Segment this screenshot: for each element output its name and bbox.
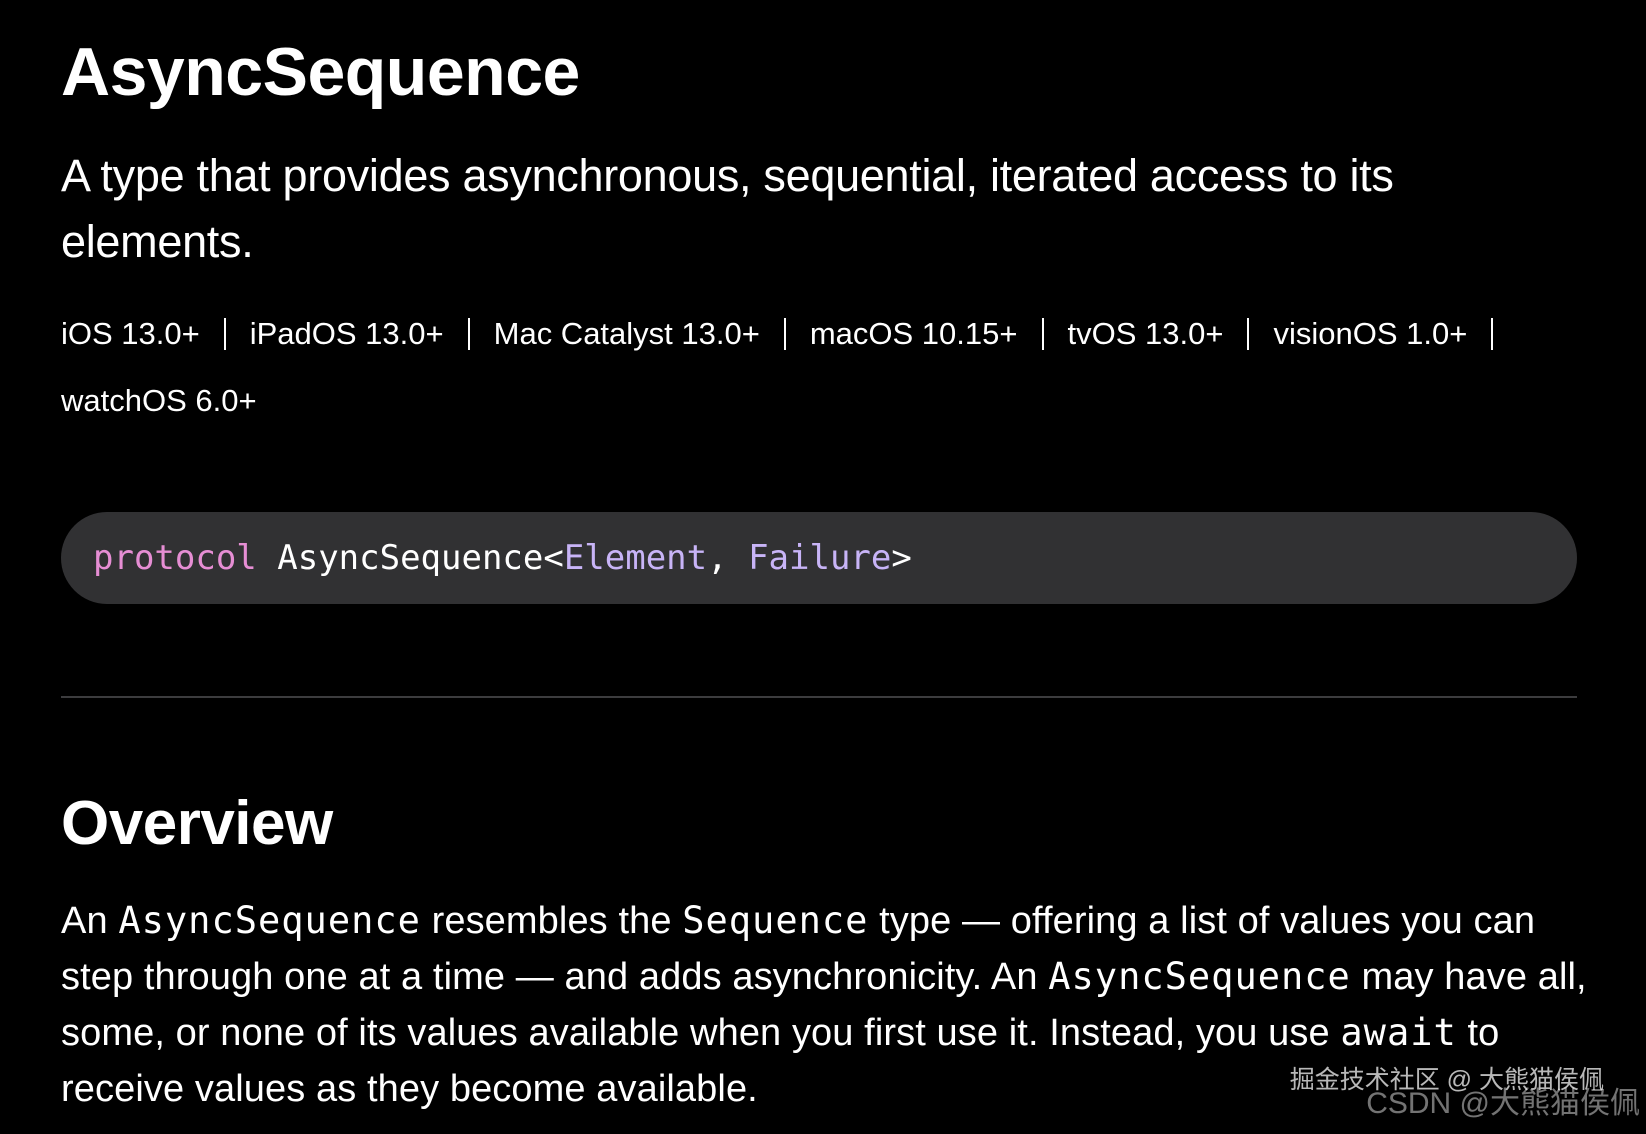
platform-label: Mac Catalyst 13.0+: [493, 316, 760, 351]
platform-mac-catalyst: Mac Catalyst 13.0+: [494, 300, 810, 367]
text-run: resembles the: [420, 900, 683, 942]
watermark: 掘金技术社区 @ 大熊猫侯佩 CSDN @大熊猫侯佩: [1290, 1060, 1640, 1120]
separator: [1491, 317, 1494, 350]
platform-ios: iOS 13.0+: [61, 300, 250, 367]
code-link-sequence[interactable]: Sequence: [682, 899, 868, 942]
generic-close: >: [891, 538, 912, 578]
type-param-element[interactable]: Element: [564, 538, 707, 578]
separator: [467, 317, 470, 350]
code-link-asyncsequence[interactable]: AsyncSequence: [118, 899, 421, 942]
platform-label: iOS 13.0+: [61, 316, 200, 351]
abstract: A type that provides asynchronous, seque…: [61, 150, 1394, 267]
section-divider: [61, 696, 1577, 698]
platform-visionos: visionOS 1.0+: [1273, 300, 1517, 367]
platform-label: iPadOS 13.0+: [249, 316, 444, 351]
platform-label: tvOS 13.0+: [1067, 316, 1224, 351]
overview-heading: Overview: [61, 789, 333, 858]
keyword-protocol: protocol: [93, 538, 257, 578]
platform-watchos: watchOS 6.0+: [61, 367, 257, 434]
separator: [783, 317, 786, 350]
platform-availability: iOS 13.0+ iPadOS 13.0+ Mac Catalyst 13.0…: [61, 300, 1581, 434]
code-await: await: [1340, 1011, 1457, 1054]
platform-label: watchOS 6.0+: [61, 383, 257, 418]
code-link-asyncsequence[interactable]: AsyncSequence: [1048, 955, 1351, 998]
protocol-name: AsyncSequence<: [277, 538, 564, 578]
separator: [1041, 317, 1044, 350]
platform-label: visionOS 1.0+: [1273, 316, 1468, 351]
separator: [223, 317, 226, 350]
platform-tvos: tvOS 13.0+: [1068, 300, 1274, 367]
platform-ipados: iPadOS 13.0+: [250, 300, 494, 367]
separator: [1247, 317, 1250, 350]
type-param-failure[interactable]: Failure: [748, 538, 891, 578]
param-separator: ,: [707, 538, 749, 578]
declaration-code-block: protocol AsyncSequence< Element, Failure >: [61, 512, 1577, 604]
platform-macos: macOS 10.15+: [810, 300, 1068, 367]
text-run: An: [61, 900, 119, 942]
watermark-line: CSDN @大熊猫侯佩: [1366, 1087, 1640, 1120]
platform-label: macOS 10.15+: [809, 316, 1018, 351]
page-title: AsyncSequence: [61, 34, 580, 110]
